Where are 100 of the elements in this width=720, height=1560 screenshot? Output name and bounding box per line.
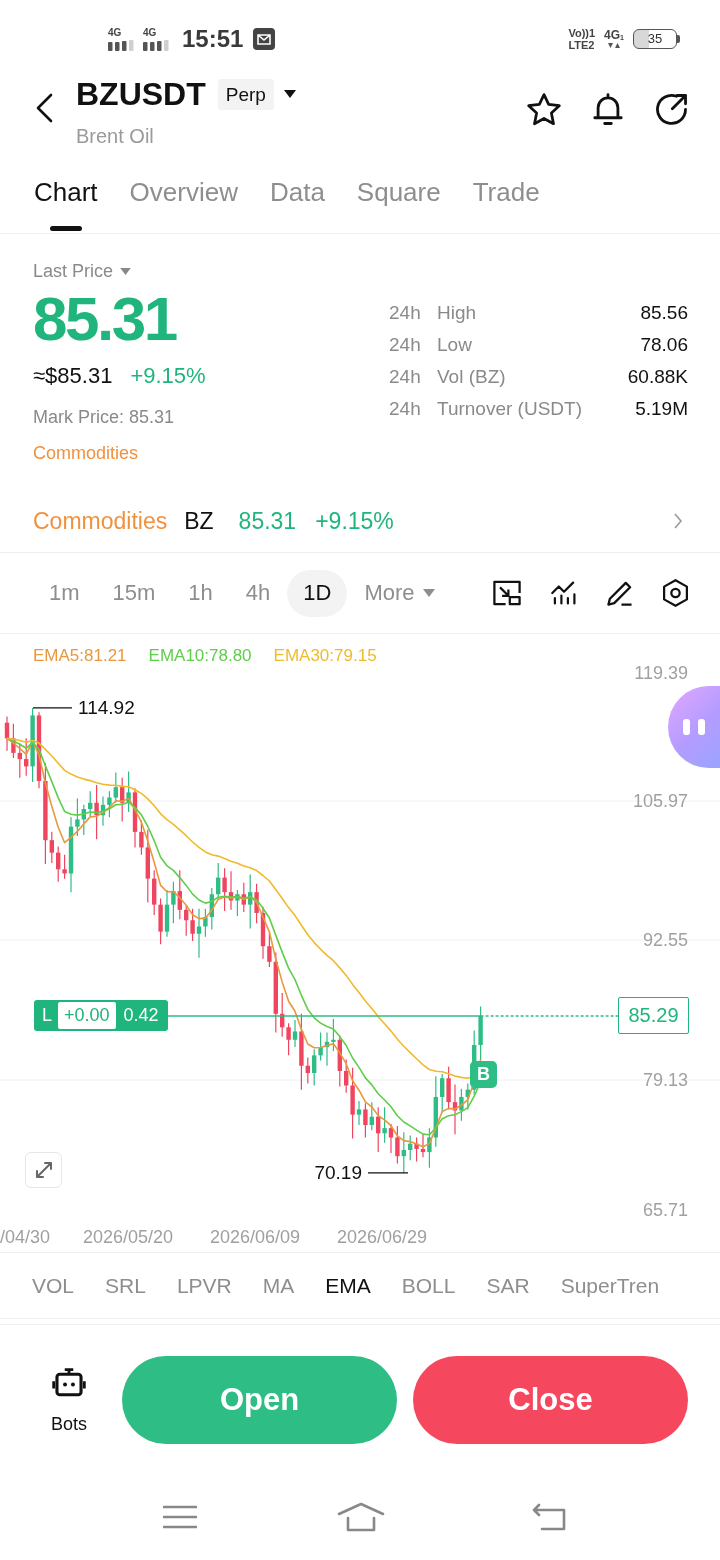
settings-icon[interactable] <box>663 579 688 607</box>
interval-tab[interactable]: 15m <box>96 569 172 617</box>
falling-candle <box>24 737 29 777</box>
interval-tab[interactable]: 4h <box>229 569 287 617</box>
rising-candle <box>382 1106 387 1144</box>
tab[interactable]: Data <box>269 176 325 233</box>
interval-tab[interactable]: 1h <box>172 569 229 617</box>
leader-line <box>32 707 73 709</box>
last-price-value: 85.31 <box>33 286 176 352</box>
rising-candle <box>369 1101 374 1131</box>
stat-label: Low <box>437 334 472 356</box>
indicator-tab[interactable]: BOLL <box>401 1273 456 1298</box>
indicator-tab[interactable]: LPVR <box>176 1273 232 1298</box>
indicator-tab[interactable]: EMA <box>325 1273 371 1298</box>
position-size: 0.42 <box>122 1004 160 1028</box>
usd-price: ≈$85.31 <box>33 362 113 390</box>
tab[interactable]: Square <box>356 176 441 233</box>
tab[interactable]: Overview <box>129 176 238 233</box>
stat-label: High <box>437 302 477 324</box>
category-tag: Commodities <box>33 441 139 465</box>
low-price-label: 70.19 <box>314 1160 362 1185</box>
price-type-label: Last Price <box>33 260 114 282</box>
price-axis-label: 105.97 <box>632 790 688 812</box>
network-type-label: 4G <box>143 27 157 38</box>
leader-line <box>367 1172 409 1174</box>
indicator-tab[interactable]: VOL <box>32 1273 75 1298</box>
rising-candle <box>126 771 131 813</box>
robot-icon[interactable] <box>52 1367 86 1397</box>
volte-label: LTE2 <box>568 39 596 51</box>
rising-candle <box>408 1134 413 1161</box>
falling-candle <box>376 1106 381 1153</box>
sector-name[interactable]: Commodities <box>33 507 168 535</box>
open-button[interactable]: Open <box>122 1356 397 1444</box>
back-icon[interactable] <box>35 93 53 123</box>
position-tag[interactable]: L +0.00 0.42 <box>34 1000 168 1032</box>
buy-marker: B <box>470 1061 497 1088</box>
indicator-tab[interactable]: SRL <box>105 1273 146 1298</box>
more-button[interactable]: More <box>348 569 451 617</box>
falling-candle <box>241 882 246 913</box>
position-pnl: +0.00 <box>58 1002 116 1030</box>
volte-label: Vo))1 <box>568 27 596 39</box>
stat-period: 24h <box>389 302 422 324</box>
pair-subtitle: Brent Oil <box>76 124 155 149</box>
network-type-label: 4G <box>108 27 122 38</box>
date-axis-label: 2026/05/20 <box>83 1226 174 1248</box>
indicator-tab[interactable]: SuperTren <box>560 1273 660 1298</box>
stat-period: 24h <box>389 398 422 420</box>
bell-icon[interactable] <box>593 93 623 126</box>
indicator-tab[interactable]: MA <box>262 1273 295 1298</box>
last-price-tag: 85.29 <box>618 997 689 1035</box>
stat-period: 24h <box>389 334 422 356</box>
date-axis-label: /04/30 <box>0 1226 51 1248</box>
rising-candle <box>235 889 240 917</box>
home-icon[interactable] <box>337 1502 385 1532</box>
chevron-right-icon[interactable] <box>673 512 683 530</box>
stat-label: Turnover (USDT) <box>437 398 582 420</box>
signal-icon <box>108 39 135 51</box>
caret-icon[interactable] <box>283 90 296 98</box>
status-time: 15:51 <box>182 25 244 53</box>
price-change: +9.15% <box>130 362 206 390</box>
stat-value: 78.06 <box>640 334 688 356</box>
falling-candle <box>120 777 125 823</box>
star-icon[interactable] <box>527 93 561 126</box>
stat-value: 60.88K <box>627 366 688 388</box>
date-axis-label: 2026/06/29 <box>337 1226 428 1248</box>
expand-icon <box>34 1161 53 1179</box>
sector-change: +9.15% <box>315 507 394 535</box>
ema-legend-item: EMA10:78.80 <box>148 645 252 667</box>
signal-icon <box>143 39 170 51</box>
pair-title: BZUSDT <box>76 76 206 112</box>
data-arrows-icon <box>608 43 621 49</box>
falling-candle <box>363 1102 368 1139</box>
expand-button[interactable] <box>25 1152 62 1188</box>
falling-candle <box>94 784 99 840</box>
interval-tab[interactable]: 1D <box>287 569 348 617</box>
pencil-icon[interactable] <box>607 579 633 607</box>
interval-tab[interactable]: 1m <box>33 569 96 617</box>
sector-symbol: BZ <box>184 507 214 535</box>
menu-icon[interactable] <box>163 1504 197 1530</box>
sector-price: 85.31 <box>238 507 297 535</box>
stat-value: 5.19M <box>635 398 688 420</box>
price-axis-label: 119.39 <box>634 662 688 684</box>
stat-value: 85.56 <box>640 302 688 324</box>
rising-candle <box>356 1100 362 1126</box>
tab[interactable]: Chart <box>34 176 98 233</box>
mark-price: Mark Price: 85.31 <box>33 406 175 429</box>
ema-legend-item: EMA5:81.21 <box>33 645 127 667</box>
chart-indicator-icon[interactable] <box>551 579 577 607</box>
stat-period: 24h <box>389 366 422 388</box>
window-arrow-icon[interactable] <box>493 579 521 607</box>
falling-candle <box>177 869 182 920</box>
rising-candle <box>88 790 93 817</box>
battery-indicator: 35 <box>633 29 680 49</box>
rising-candle <box>292 1019 298 1048</box>
rising-candle <box>248 873 253 930</box>
close-button[interactable]: Close <box>413 1356 688 1444</box>
bots-label[interactable]: Bots <box>51 1412 87 1436</box>
price-axis-label: 79.13 <box>642 1069 688 1091</box>
tab[interactable]: Trade <box>472 176 540 233</box>
indicator-tab[interactable]: SAR <box>486 1273 530 1298</box>
